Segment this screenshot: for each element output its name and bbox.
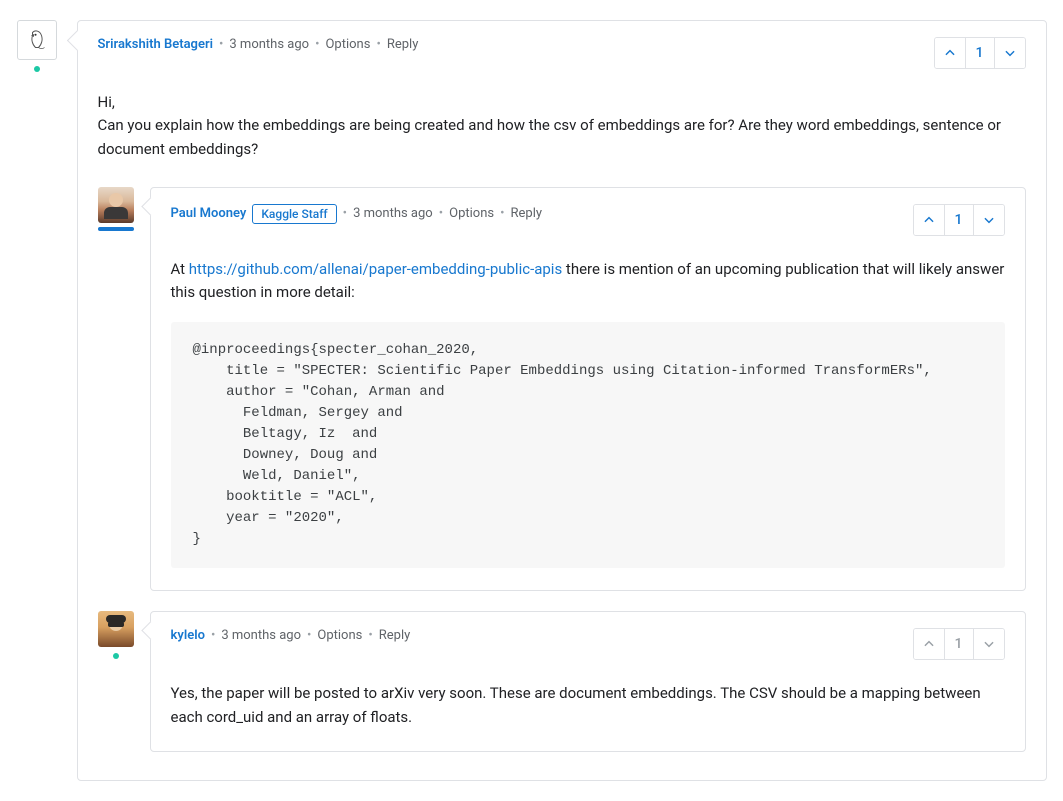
vote-widget: 1 xyxy=(934,37,1026,69)
separator: • xyxy=(211,628,215,643)
reply: Paul Mooney Kaggle Staff • 3 months ago … xyxy=(98,187,1026,592)
chevron-up-icon xyxy=(922,637,936,651)
reply-link[interactable]: Reply xyxy=(510,206,542,221)
comment-header: Srirakshith Betageri • 3 months ago • Op… xyxy=(98,37,1026,69)
online-dot-icon xyxy=(34,66,40,72)
comment-body: At https://github.com/allenai/paper-embe… xyxy=(171,258,1005,569)
reply-card: kylelo • 3 months ago • Options • Reply xyxy=(150,611,1026,752)
text-line: Yes, the paper will be posted to arXiv v… xyxy=(171,682,1005,729)
chevron-down-icon xyxy=(982,213,996,227)
avatar-column xyxy=(98,187,134,231)
external-link[interactable]: https://github.com/allenai/paper-embeddi… xyxy=(189,260,562,278)
author-link[interactable]: kylelo xyxy=(171,628,205,643)
avatar-column xyxy=(17,20,57,72)
timestamp: 3 months ago xyxy=(229,37,309,52)
comment-body: Hi, Can you explain how the embeddings a… xyxy=(98,91,1026,161)
downvote-button[interactable] xyxy=(974,629,1004,659)
downvote-button[interactable] xyxy=(974,205,1004,235)
text-line: Can you explain how the embeddings are b… xyxy=(98,114,1026,161)
reply: kylelo • 3 months ago • Options • Reply xyxy=(98,611,1026,752)
avatar[interactable] xyxy=(98,611,134,647)
author-link[interactable]: Srirakshith Betageri xyxy=(98,37,214,52)
comment-header: Paul Mooney Kaggle Staff • 3 months ago … xyxy=(171,204,1005,236)
downvote-button[interactable] xyxy=(995,38,1025,68)
chevron-down-icon xyxy=(1003,46,1017,60)
separator: • xyxy=(219,37,223,52)
chevron-up-icon xyxy=(922,213,936,227)
comment-thread: Srirakshith Betageri • 3 months ago • Op… xyxy=(17,20,1047,781)
goose-icon xyxy=(22,25,52,55)
separator: • xyxy=(500,206,504,221)
chevron-down-icon xyxy=(982,637,996,651)
avatar-column xyxy=(98,611,134,659)
tier-bar-icon xyxy=(98,227,134,231)
text-fragment: At xyxy=(171,260,189,278)
vote-count: 1 xyxy=(944,205,974,235)
reply-card: Paul Mooney Kaggle Staff • 3 months ago … xyxy=(150,187,1026,592)
separator: • xyxy=(315,37,319,52)
author-link[interactable]: Paul Mooney xyxy=(171,206,247,221)
code-block: @inproceedings{specter_cohan_2020, title… xyxy=(171,322,1005,568)
separator: • xyxy=(307,628,311,643)
comment-body: Yes, the paper will be posted to arXiv v… xyxy=(171,682,1005,729)
avatar[interactable] xyxy=(17,20,57,60)
upvote-button[interactable] xyxy=(935,38,965,68)
separator: • xyxy=(343,206,347,221)
comment-meta: Paul Mooney Kaggle Staff • 3 months ago … xyxy=(171,204,543,224)
options-link[interactable]: Options xyxy=(325,37,370,52)
online-dot-icon xyxy=(113,653,119,659)
reply-link[interactable]: Reply xyxy=(379,628,411,643)
vote-widget: 1 xyxy=(913,204,1005,236)
vote-count: 1 xyxy=(944,629,974,659)
vote-count: 1 xyxy=(965,38,995,68)
timestamp: 3 months ago xyxy=(221,628,301,643)
options-link[interactable]: Options xyxy=(317,628,362,643)
vote-widget: 1 xyxy=(913,628,1005,660)
upvote-button[interactable] xyxy=(914,629,944,659)
comment-card: Srirakshith Betageri • 3 months ago • Op… xyxy=(77,20,1047,781)
comment-meta: Srirakshith Betageri • 3 months ago • Op… xyxy=(98,37,419,52)
comment-header: kylelo • 3 months ago • Options • Reply xyxy=(171,628,1005,660)
separator: • xyxy=(376,37,380,52)
timestamp: 3 months ago xyxy=(353,206,433,221)
separator: • xyxy=(368,628,372,643)
top-comment: Srirakshith Betageri • 3 months ago • Op… xyxy=(17,20,1047,781)
comment-meta: kylelo • 3 months ago • Options • Reply xyxy=(171,628,411,643)
separator: • xyxy=(439,206,443,221)
options-link[interactable]: Options xyxy=(449,206,494,221)
staff-badge: Kaggle Staff xyxy=(252,204,336,224)
text-line: At https://github.com/allenai/paper-embe… xyxy=(171,258,1005,305)
chevron-up-icon xyxy=(943,46,957,60)
avatar[interactable] xyxy=(98,187,134,223)
replies-list: Paul Mooney Kaggle Staff • 3 months ago … xyxy=(98,187,1026,752)
text-line: Hi, xyxy=(98,91,1026,114)
reply-link[interactable]: Reply xyxy=(387,37,419,52)
upvote-button[interactable] xyxy=(914,205,944,235)
